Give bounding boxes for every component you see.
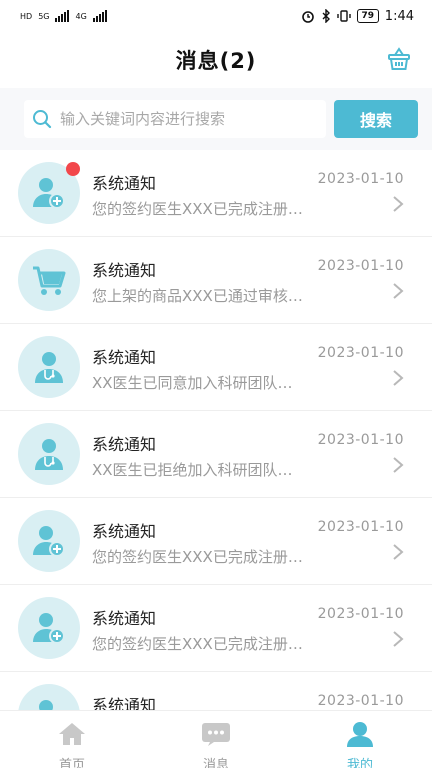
message-date: 2023-01-10 xyxy=(317,171,404,187)
message-title: 系统通知 xyxy=(92,522,157,541)
message-date: 2023-01-10 xyxy=(317,432,404,448)
profile-icon xyxy=(345,721,375,751)
status-bar: HD 5G 4G 79 1:44 xyxy=(0,0,432,32)
chevron-right-icon xyxy=(393,283,404,299)
signal-icon xyxy=(55,10,70,22)
message-item[interactable]: 系统通知 2023-01-10 您上架的商品XXX已通过审核… xyxy=(0,237,432,324)
search-box xyxy=(24,100,326,138)
chevron-right-icon xyxy=(393,631,404,647)
tab-bar: 首页 消息 我的 xyxy=(0,710,432,768)
tab-profile[interactable]: 我的 xyxy=(288,711,432,768)
alarm-icon xyxy=(301,11,314,23)
message-title: 系统通知 xyxy=(92,609,157,628)
unread-dot xyxy=(66,162,80,176)
message-date: 2023-01-10 xyxy=(317,519,404,535)
tab-label: 消息 xyxy=(202,758,229,768)
message-item[interactable]: 系统通知 2023-01-10 XX医生已同意加入科研团队… xyxy=(0,324,432,411)
hd-label: HD xyxy=(20,11,33,21)
message-item[interactable]: 系统通知 2023-01-10 您的签约医生XXX已完成注册… xyxy=(0,585,432,672)
chevron-right-icon xyxy=(393,196,404,212)
clock: 1:44 xyxy=(384,8,414,24)
4g-label: 4G xyxy=(75,11,87,21)
bluetooth-icon xyxy=(322,9,330,23)
message-item[interactable]: 系统通知 2023-01-10 XX医生已拒绝加入科研团队… xyxy=(0,411,432,498)
message-preview: 您的签约医生XXX已完成注册… xyxy=(92,635,303,653)
message-preview: XX医生已拒绝加入科研团队… xyxy=(92,461,293,479)
user-add-icon xyxy=(18,684,80,710)
user-add-icon xyxy=(18,597,80,659)
message-date: 2023-01-10 xyxy=(317,693,404,709)
message-title: 系统通知 xyxy=(92,435,157,454)
message-title: 系统通知 xyxy=(92,348,157,367)
status-right: 79 1:44 xyxy=(301,9,414,24)
page-title: 消息(2) xyxy=(175,49,257,73)
message-preview: 您的签约医生XXX已完成注册… xyxy=(92,200,303,218)
user-add-icon xyxy=(18,510,80,572)
message-preview: XX医生已同意加入科研团队… xyxy=(92,374,293,392)
signal-icon-2 xyxy=(92,10,107,22)
message-preview: 您上架的商品XXX已通过审核… xyxy=(92,287,303,305)
tab-home[interactable]: 首页 xyxy=(0,711,144,768)
search-icon xyxy=(33,110,52,129)
message-item[interactable]: 系统通知 2023-01-10 您的签约医生XXX已完成注册… xyxy=(0,498,432,585)
search-button[interactable]: 搜索 xyxy=(334,100,418,138)
message-preview: 您的签约医生XXX已完成注册… xyxy=(92,548,303,566)
vibrate-icon xyxy=(337,10,351,22)
battery-icon: 79 xyxy=(356,9,379,23)
chevron-right-icon xyxy=(393,544,404,560)
home-icon xyxy=(57,721,87,751)
message-date: 2023-01-10 xyxy=(317,606,404,622)
chevron-right-icon xyxy=(393,457,404,473)
message-date: 2023-01-10 xyxy=(317,345,404,361)
tab-message[interactable]: 消息 xyxy=(144,711,288,768)
message-item[interactable]: 系统通知 2023-01-10 您的签约医生XXX已完成注册… xyxy=(0,150,432,237)
doctor-icon xyxy=(18,423,80,485)
message-list: 系统通知 2023-01-10 您的签约医生XXX已完成注册… 系统通知 2023-01… xyxy=(0,150,432,710)
message-title: 系统通知 xyxy=(92,261,157,280)
tab-label: 我的 xyxy=(346,758,373,768)
basket-icon[interactable] xyxy=(386,46,412,72)
message-date: 2023-01-10 xyxy=(317,258,404,274)
header: 消息(2) xyxy=(0,32,432,88)
doctor-icon xyxy=(18,336,80,398)
search-input[interactable] xyxy=(52,110,326,128)
message-title: 系统通知 xyxy=(92,174,157,193)
message-title: 系统通知 xyxy=(92,696,157,710)
tab-label: 首页 xyxy=(58,758,85,768)
search-bar: 搜索 xyxy=(0,88,432,150)
network-indicators: HD 5G 4G xyxy=(20,10,107,22)
cart-icon xyxy=(18,249,80,311)
message-item[interactable]: 系统通知 2023-01-10 xyxy=(0,672,432,710)
5g-label: 5G xyxy=(38,11,50,21)
chevron-right-icon xyxy=(393,370,404,386)
message-icon xyxy=(201,721,231,751)
